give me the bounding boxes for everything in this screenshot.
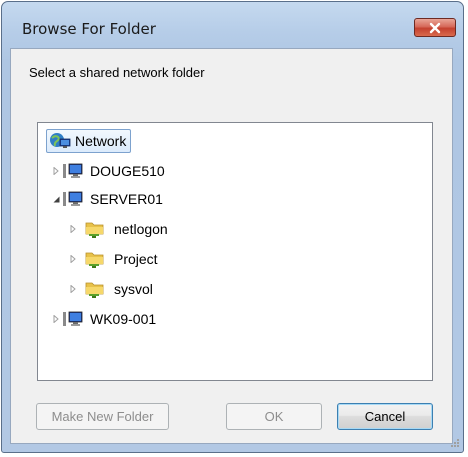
tree-item-label: sysvol xyxy=(114,281,153,297)
shared-folder-icon xyxy=(85,252,104,268)
make-new-folder-button[interactable]: Make New Folder xyxy=(36,403,169,430)
network-icon xyxy=(50,133,71,148)
expand-arrow-project[interactable] xyxy=(68,248,78,270)
tree-item-label: netlogon xyxy=(114,221,168,237)
close-button[interactable] xyxy=(414,18,456,37)
chevron-right-icon xyxy=(70,255,76,263)
chevron-right-icon xyxy=(70,225,76,233)
cancel-button[interactable]: Cancel xyxy=(337,403,433,430)
instruction-text: Select a shared network folder xyxy=(29,65,205,80)
chevron-down-icon xyxy=(53,196,59,202)
shared-folder-icon xyxy=(85,282,104,298)
chevron-right-icon xyxy=(53,167,59,175)
ok-button[interactable]: OK xyxy=(226,403,322,430)
tree-item-label: SERVER01 xyxy=(90,191,163,207)
computer-icon xyxy=(63,163,83,178)
dialog-title: Browse For Folder xyxy=(22,20,156,38)
tree-item-label: DOUGE510 xyxy=(90,163,165,179)
tree-item-label: Network xyxy=(75,133,127,149)
tree-item-wk09-001[interactable]: WK09-001 xyxy=(62,308,156,330)
shared-folder-icon xyxy=(85,222,104,238)
chevron-right-icon xyxy=(70,285,76,293)
collapse-arrow-server01[interactable] xyxy=(51,188,61,210)
tree-item-server01[interactable]: SERVER01 xyxy=(62,188,163,210)
tree-item-network[interactable]: Network xyxy=(46,129,132,153)
folder-tree[interactable]: Network DOUGE510 SERVER01 netlogon Proje… xyxy=(37,122,433,381)
computer-icon xyxy=(63,311,83,326)
tree-item-label: Project xyxy=(114,251,158,267)
tree-item-sysvol[interactable]: sysvol xyxy=(84,278,153,300)
expand-arrow-wk09-001[interactable] xyxy=(51,308,61,330)
tree-item-project[interactable]: Project xyxy=(84,248,158,270)
computer-icon xyxy=(63,191,83,206)
tree-item-label: WK09-001 xyxy=(90,311,157,327)
tree-item-netlogon[interactable]: netlogon xyxy=(84,218,168,240)
resize-grip-icon[interactable] xyxy=(450,438,460,448)
expand-arrow-sysvol[interactable] xyxy=(68,278,78,300)
expand-arrow-netlogon[interactable] xyxy=(68,218,78,240)
chevron-right-icon xyxy=(53,315,59,323)
tree-item-douge510[interactable]: DOUGE510 xyxy=(62,160,165,182)
close-icon xyxy=(429,22,441,33)
expand-arrow-douge510[interactable] xyxy=(51,160,61,182)
